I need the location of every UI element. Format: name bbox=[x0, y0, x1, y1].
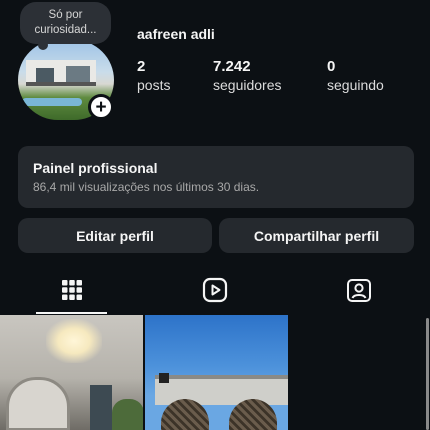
active-tab-indicator bbox=[36, 312, 107, 314]
post-lamp-image bbox=[159, 373, 169, 383]
stat-followers-count: 7.242 bbox=[213, 58, 251, 75]
professional-dashboard-subtitle: 86,4 mil visualizações nos últimos 30 di… bbox=[33, 180, 260, 194]
tagged-person-icon bbox=[346, 279, 371, 302]
avatar-pool-image bbox=[22, 98, 82, 106]
stat-followers-label: seguidores bbox=[213, 77, 282, 93]
share-profile-button[interactable]: Compartilhar perfil bbox=[219, 218, 414, 253]
edit-profile-button[interactable]: Editar perfil bbox=[18, 218, 212, 253]
post-thumbnail[interactable] bbox=[145, 315, 288, 430]
reels-icon bbox=[202, 277, 227, 303]
stat-following-count: 0 bbox=[327, 58, 336, 75]
stat-posts[interactable]: 2 posts bbox=[137, 58, 170, 93]
note-bubble[interactable]: Só por curiosidad... bbox=[20, 2, 111, 50]
note-text: Só por curiosidad... bbox=[34, 9, 97, 36]
username: aafreen adli bbox=[137, 26, 215, 42]
post-sign-image bbox=[46, 319, 102, 363]
tab-posts-grid[interactable] bbox=[0, 266, 143, 314]
scrollbar[interactable] bbox=[426, 318, 429, 430]
professional-dashboard-card[interactable]: Painel profissional 86,4 mil visualizaçõ… bbox=[18, 146, 414, 208]
post-arch-image bbox=[6, 377, 70, 430]
stat-posts-label: posts bbox=[137, 77, 171, 93]
stat-following-label: seguindo bbox=[327, 77, 384, 93]
professional-dashboard-title: Painel profissional bbox=[33, 160, 158, 176]
tab-tagged[interactable] bbox=[287, 266, 430, 314]
profile-tabs bbox=[0, 266, 430, 314]
grid-icon bbox=[61, 280, 82, 300]
posts-grid bbox=[0, 315, 430, 430]
post-plant-image bbox=[112, 399, 143, 430]
stat-following[interactable]: 0 seguindo bbox=[327, 58, 384, 93]
post-thumbnail[interactable] bbox=[0, 315, 143, 430]
post-window-image bbox=[90, 385, 112, 430]
avatar-house-image bbox=[26, 60, 96, 86]
tab-reels[interactable] bbox=[143, 266, 286, 314]
stat-followers[interactable]: 7.242 seguidores bbox=[213, 58, 282, 93]
stat-posts-count: 2 bbox=[137, 58, 146, 75]
add-story-button[interactable]: + bbox=[88, 94, 114, 120]
plus-icon: + bbox=[95, 96, 107, 118]
